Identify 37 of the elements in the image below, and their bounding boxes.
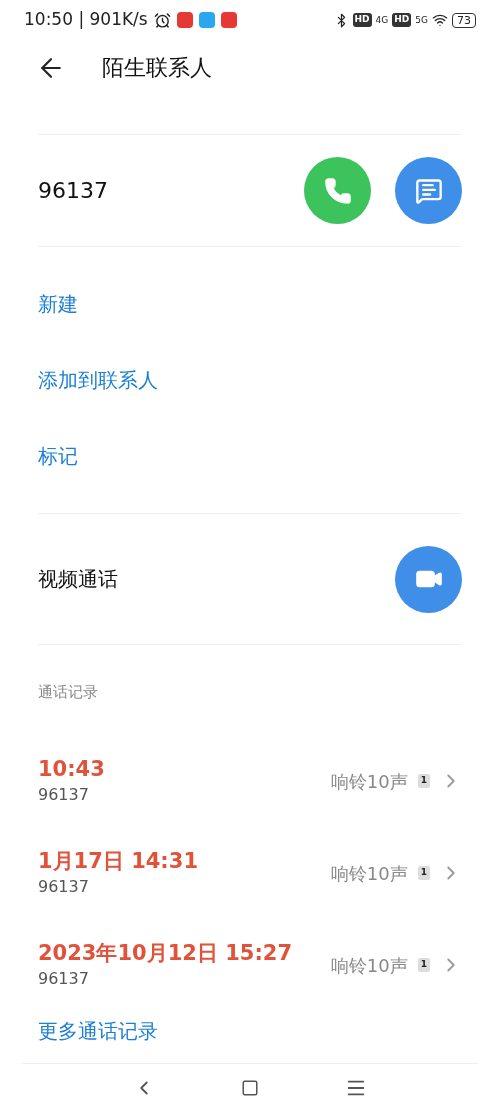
network-badge: HD <box>352 13 372 27</box>
sim-badge: 1 <box>417 774 430 788</box>
app-icon <box>198 12 215 28</box>
call-log-row[interactable]: 1月17日 14:31 96137 响铃10声 1 <box>0 827 500 919</box>
app-icon <box>220 12 237 28</box>
status-time: 10:50 | 901K/s <box>24 8 148 32</box>
call-log-row[interactable]: 10:43 96137 响铃10声 1 <box>0 735 500 827</box>
call-status: 响铃10声 <box>330 769 408 794</box>
call-number: 96137 <box>38 784 90 806</box>
wifi-icon <box>432 12 448 28</box>
more-call-log-link[interactable]: 更多通话记录 <box>38 1016 158 1046</box>
call-number: 96137 <box>38 968 90 990</box>
call-log-row[interactable]: 2023年10月12日 15:27 96137 响铃10声 1 <box>0 919 500 1011</box>
call-status: 响铃10声 <box>330 861 408 886</box>
section-heading: 通话记录 <box>38 682 98 704</box>
battery-indicator: 73 <box>452 12 476 28</box>
call-time: 1月17日 14:31 <box>38 848 198 875</box>
sim-badge: 1 <box>417 958 430 972</box>
alarm-icon <box>153 11 171 29</box>
phone-icon <box>323 176 352 205</box>
page-title: 陌生联系人 <box>102 54 212 82</box>
call-time: 10:43 <box>38 756 105 783</box>
call-status: 响铃10声 <box>330 953 408 978</box>
network-type-label: 4G <box>375 15 389 25</box>
message-icon <box>414 176 443 205</box>
call-time: 2023年10月12日 15:27 <box>38 940 293 967</box>
action-link[interactable]: 标记 <box>38 441 78 471</box>
network-badge: HD <box>392 13 412 27</box>
app-icon <box>176 12 193 28</box>
call-number: 96137 <box>38 876 90 898</box>
sim-badge: 1 <box>417 866 430 880</box>
home-nav-icon[interactable] <box>241 1078 259 1097</box>
action-link[interactable]: 添加到联系人 <box>38 365 158 395</box>
action-link[interactable]: 新建 <box>38 289 78 319</box>
video-call-label: 视频通话 <box>38 566 118 593</box>
phone-number: 96137 <box>38 177 108 205</box>
network-type-label: 5G <box>415 15 428 25</box>
